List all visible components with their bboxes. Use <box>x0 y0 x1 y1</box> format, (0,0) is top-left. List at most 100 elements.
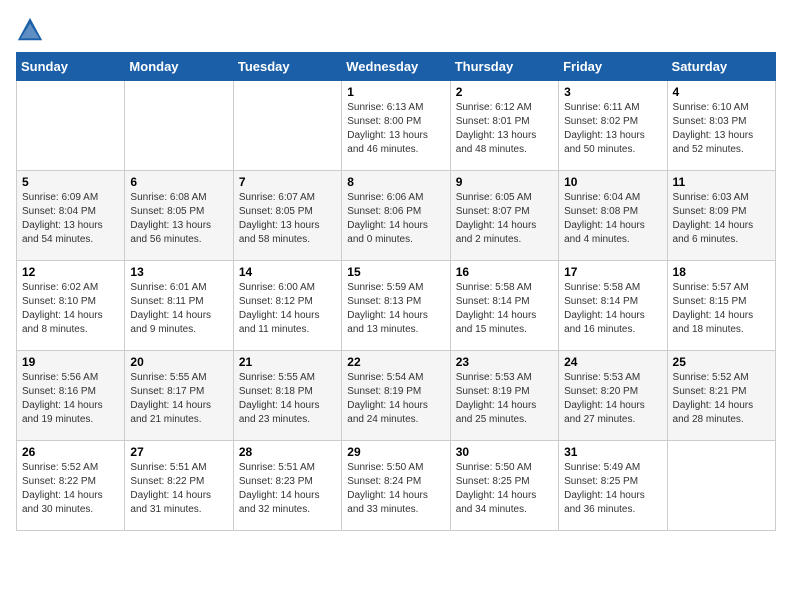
day-number: 20 <box>130 355 227 369</box>
calendar-day-14: 14 Sunrise: 6:00 AM Sunset: 8:12 PM Dayli… <box>233 261 341 351</box>
calendar-day-10: 10 Sunrise: 6:04 AM Sunset: 8:08 PM Dayli… <box>559 171 667 261</box>
calendar-day-12: 12 Sunrise: 6:02 AM Sunset: 8:10 PM Dayli… <box>17 261 125 351</box>
day-number: 28 <box>239 445 336 459</box>
calendar-week-row: 12 Sunrise: 6:02 AM Sunset: 8:10 PM Dayli… <box>17 261 776 351</box>
calendar-week-row: 1 Sunrise: 6:13 AM Sunset: 8:00 PM Daylig… <box>17 81 776 171</box>
day-header-friday: Friday <box>559 53 667 81</box>
day-number: 8 <box>347 175 444 189</box>
day-info: Sunrise: 5:58 AM Sunset: 8:14 PM Dayligh… <box>456 281 553 337</box>
calendar-week-row: 5 Sunrise: 6:09 AM Sunset: 8:04 PM Daylig… <box>17 171 776 261</box>
day-info: Sunrise: 6:10 AM Sunset: 8:03 PM Dayligh… <box>673 101 770 157</box>
calendar-week-row: 19 Sunrise: 5:56 AM Sunset: 8:16 PM Dayli… <box>17 351 776 441</box>
day-info: Sunrise: 6:06 AM Sunset: 8:06 PM Dayligh… <box>347 191 444 247</box>
calendar-day-1: 1 Sunrise: 6:13 AM Sunset: 8:00 PM Daylig… <box>342 81 450 171</box>
calendar-day-23: 23Sunrise: 5:53 AM Sunset: 8:19 PM Dayli… <box>450 351 558 441</box>
day-info: Sunrise: 6:09 AM Sunset: 8:04 PM Dayligh… <box>22 191 119 247</box>
calendar-day-26: 26 Sunrise: 5:52 AM Sunset: 8:22 PM Dayli… <box>17 441 125 531</box>
day-number: 31 <box>564 445 661 459</box>
calendar-day-5: 5 Sunrise: 6:09 AM Sunset: 8:04 PM Daylig… <box>17 171 125 261</box>
calendar-day-17: 17 Sunrise: 5:58 AM Sunset: 8:14 PM Dayli… <box>559 261 667 351</box>
day-header-wednesday: Wednesday <box>342 53 450 81</box>
calendar-day-2: 2Sunrise: 6:12 AM Sunset: 8:01 PM Daylig… <box>450 81 558 171</box>
day-number: 21 <box>239 355 336 369</box>
day-number: 29 <box>347 445 444 459</box>
calendar-day-29: 29 Sunrise: 5:50 AM Sunset: 8:24 PM Dayli… <box>342 441 450 531</box>
calendar-day-27: 27 Sunrise: 5:51 AM Sunset: 8:22 PM Dayli… <box>125 441 233 531</box>
day-number: 17 <box>564 265 661 279</box>
day-number: 3 <box>564 85 661 99</box>
day-info: Sunrise: 6:05 AM Sunset: 8:07 PM Dayligh… <box>456 191 553 247</box>
day-number: 26 <box>22 445 119 459</box>
day-info: Sunrise: 6:07 AM Sunset: 8:05 PM Dayligh… <box>239 191 336 247</box>
day-info: Sunrise: 6:00 AM Sunset: 8:12 PM Dayligh… <box>239 281 336 337</box>
day-info: Sunrise: 6:13 AM Sunset: 8:00 PM Dayligh… <box>347 101 444 157</box>
day-info: Sunrise: 6:02 AM Sunset: 8:10 PM Dayligh… <box>22 281 119 337</box>
day-number: 7 <box>239 175 336 189</box>
day-number: 27 <box>130 445 227 459</box>
day-info: Sunrise: 5:55 AM Sunset: 8:17 PM Dayligh… <box>130 371 227 427</box>
calendar-day-18: 18 Sunrise: 5:57 AM Sunset: 8:15 PM Dayli… <box>667 261 775 351</box>
day-info: Sunrise: 5:52 AM Sunset: 8:22 PM Dayligh… <box>22 461 119 517</box>
day-number: 13 <box>130 265 227 279</box>
calendar-day-22: 22 Sunrise: 5:54 AM Sunset: 8:19 PM Dayli… <box>342 351 450 441</box>
day-number: 19 <box>22 355 119 369</box>
logo-icon <box>16 16 44 44</box>
day-info: Sunrise: 6:04 AM Sunset: 8:08 PM Dayligh… <box>564 191 661 247</box>
day-number: 5 <box>22 175 119 189</box>
calendar-empty-cell <box>17 81 125 171</box>
day-info: Sunrise: 5:55 AM Sunset: 8:18 PM Dayligh… <box>239 371 336 427</box>
day-info: Sunrise: 5:56 AM Sunset: 8:16 PM Dayligh… <box>22 371 119 427</box>
day-number: 18 <box>673 265 770 279</box>
calendar-day-8: 8 Sunrise: 6:06 AM Sunset: 8:06 PM Daylig… <box>342 171 450 261</box>
calendar-day-31: 31 Sunrise: 5:49 AM Sunset: 8:25 PM Dayli… <box>559 441 667 531</box>
day-number: 6 <box>130 175 227 189</box>
day-info: Sunrise: 6:11 AM Sunset: 8:02 PM Dayligh… <box>564 101 661 157</box>
day-number: 14 <box>239 265 336 279</box>
day-info: Sunrise: 5:49 AM Sunset: 8:25 PM Dayligh… <box>564 461 661 517</box>
day-info: Sunrise: 5:51 AM Sunset: 8:22 PM Dayligh… <box>130 461 227 517</box>
day-header-monday: Monday <box>125 53 233 81</box>
calendar-day-9: 9Sunrise: 6:05 AM Sunset: 8:07 PM Daylig… <box>450 171 558 261</box>
day-info: Sunrise: 5:50 AM Sunset: 8:25 PM Dayligh… <box>456 461 553 517</box>
calendar-empty-cell <box>233 81 341 171</box>
calendar: SundayMondayTuesdayWednesdayThursdayFrid… <box>16 52 776 531</box>
calendar-day-24: 24Sunrise: 5:53 AM Sunset: 8:20 PM Dayli… <box>559 351 667 441</box>
calendar-day-3: 3 Sunrise: 6:11 AM Sunset: 8:02 PM Daylig… <box>559 81 667 171</box>
day-number: 22 <box>347 355 444 369</box>
day-number: 30 <box>456 445 553 459</box>
day-number: 4 <box>673 85 770 99</box>
calendar-day-19: 19 Sunrise: 5:56 AM Sunset: 8:16 PM Dayli… <box>17 351 125 441</box>
day-number: 11 <box>673 175 770 189</box>
calendar-day-21: 21 Sunrise: 5:55 AM Sunset: 8:18 PM Dayli… <box>233 351 341 441</box>
calendar-day-11: 11 Sunrise: 6:03 AM Sunset: 8:09 PM Dayli… <box>667 171 775 261</box>
day-info: Sunrise: 5:57 AM Sunset: 8:15 PM Dayligh… <box>673 281 770 337</box>
day-info: Sunrise: 5:58 AM Sunset: 8:14 PM Dayligh… <box>564 281 661 337</box>
logo <box>16 16 48 44</box>
day-info: Sunrise: 5:50 AM Sunset: 8:24 PM Dayligh… <box>347 461 444 517</box>
calendar-day-15: 15 Sunrise: 5:59 AM Sunset: 8:13 PM Dayli… <box>342 261 450 351</box>
calendar-header-row: SundayMondayTuesdayWednesdayThursdayFrid… <box>17 53 776 81</box>
day-number: 15 <box>347 265 444 279</box>
calendar-day-4: 4 Sunrise: 6:10 AM Sunset: 8:03 PM Daylig… <box>667 81 775 171</box>
day-info: Sunrise: 6:01 AM Sunset: 8:11 PM Dayligh… <box>130 281 227 337</box>
calendar-day-13: 13 Sunrise: 6:01 AM Sunset: 8:11 PM Dayli… <box>125 261 233 351</box>
day-number: 2 <box>456 85 553 99</box>
calendar-day-28: 28Sunrise: 5:51 AM Sunset: 8:23 PM Dayli… <box>233 441 341 531</box>
day-number: 10 <box>564 175 661 189</box>
calendar-day-30: 30 Sunrise: 5:50 AM Sunset: 8:25 PM Dayli… <box>450 441 558 531</box>
calendar-day-7: 7 Sunrise: 6:07 AM Sunset: 8:05 PM Daylig… <box>233 171 341 261</box>
day-info: Sunrise: 5:53 AM Sunset: 8:19 PM Dayligh… <box>456 371 553 427</box>
day-info: Sunrise: 5:53 AM Sunset: 8:20 PM Dayligh… <box>564 371 661 427</box>
calendar-day-6: 6Sunrise: 6:08 AM Sunset: 8:05 PM Daylig… <box>125 171 233 261</box>
day-number: 1 <box>347 85 444 99</box>
day-header-saturday: Saturday <box>667 53 775 81</box>
day-header-thursday: Thursday <box>450 53 558 81</box>
calendar-day-20: 20 Sunrise: 5:55 AM Sunset: 8:17 PM Dayli… <box>125 351 233 441</box>
day-info: Sunrise: 6:03 AM Sunset: 8:09 PM Dayligh… <box>673 191 770 247</box>
day-number: 12 <box>22 265 119 279</box>
day-info: Sunrise: 5:59 AM Sunset: 8:13 PM Dayligh… <box>347 281 444 337</box>
calendar-day-25: 25Sunrise: 5:52 AM Sunset: 8:21 PM Dayli… <box>667 351 775 441</box>
calendar-empty-cell <box>125 81 233 171</box>
day-number: 16 <box>456 265 553 279</box>
day-info: Sunrise: 5:54 AM Sunset: 8:19 PM Dayligh… <box>347 371 444 427</box>
